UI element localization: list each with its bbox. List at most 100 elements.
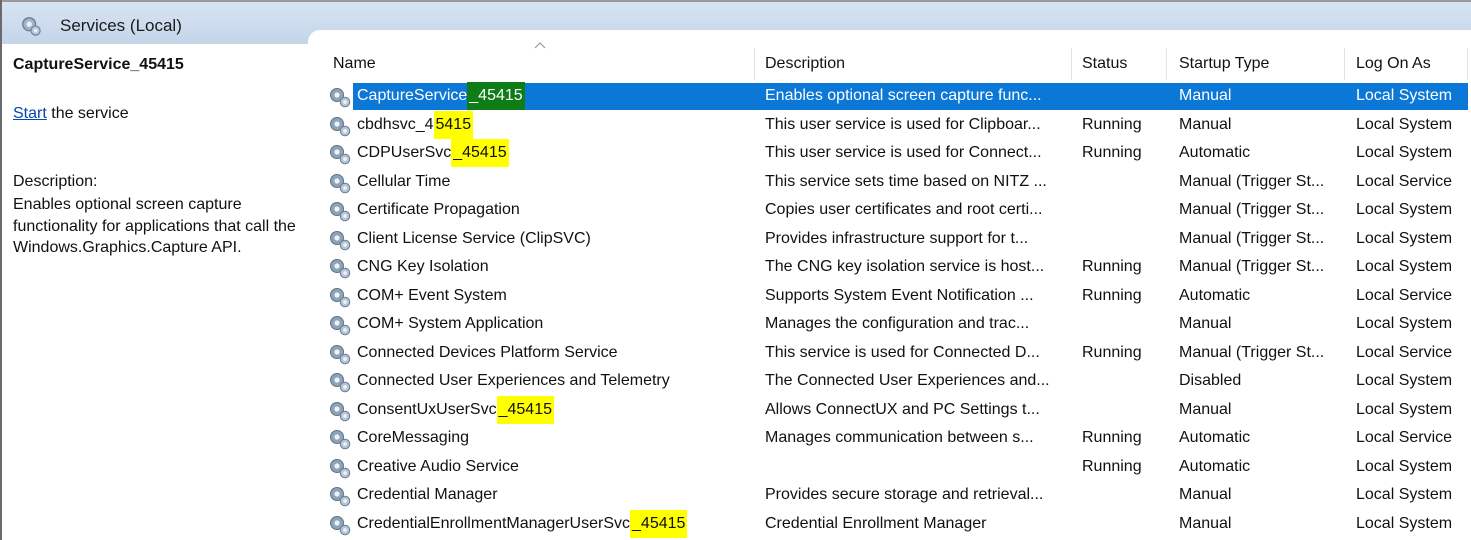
service-row[interactable]: COM+ System Application Manages the confi… bbox=[310, 310, 1471, 338]
service-description-cell[interactable]: Credential Enrollment Manager bbox=[765, 510, 1065, 538]
service-status-cell[interactable]: Running bbox=[1082, 253, 1162, 281]
service-description-cell[interactable]: Enables optional screen capture func... bbox=[765, 82, 1065, 110]
column-divider[interactable] bbox=[754, 48, 755, 80]
service-name-cell[interactable]: Connected User Experiences and Telemetry bbox=[357, 367, 752, 395]
service-row[interactable]: Creative Audio Service Running Automatic Lo… bbox=[310, 453, 1471, 481]
service-status-cell[interactable] bbox=[1082, 225, 1162, 253]
column-header-log-on-as[interactable]: Log On As bbox=[1356, 48, 1466, 80]
service-description-cell[interactable]: Supports System Event Notification ... bbox=[765, 282, 1065, 310]
service-row[interactable]: COM+ Event System Supports System Event N… bbox=[310, 282, 1471, 310]
column-divider[interactable] bbox=[1166, 48, 1167, 80]
service-status-cell[interactable]: Running bbox=[1082, 111, 1162, 139]
service-log-on-as-cell[interactable]: Local System bbox=[1356, 139, 1466, 167]
service-row[interactable]: ConsentUxUserSvc _45415 Allows ConnectUX a… bbox=[310, 395, 1471, 424]
service-row[interactable]: Cellular Time This service sets time base… bbox=[310, 168, 1471, 196]
service-log-on-as-cell[interactable]: Local Service bbox=[1356, 339, 1466, 367]
service-name-cell[interactable]: CDPUserSvc _45415 bbox=[357, 139, 752, 167]
service-startup-type-cell[interactable]: Manual (Trigger St... bbox=[1179, 196, 1344, 224]
column-divider[interactable] bbox=[1071, 48, 1072, 80]
service-log-on-as-cell[interactable]: Local System bbox=[1356, 253, 1466, 281]
service-startup-type-cell[interactable]: Automatic bbox=[1179, 139, 1344, 167]
service-log-on-as-cell[interactable]: Local System bbox=[1356, 310, 1466, 338]
service-log-on-as-cell[interactable]: Local System bbox=[1356, 367, 1466, 395]
service-startup-type-cell[interactable]: Manual (Trigger St... bbox=[1179, 225, 1344, 253]
service-description-cell[interactable] bbox=[765, 453, 1065, 481]
column-header-startup-type[interactable]: Startup Type bbox=[1179, 48, 1339, 80]
service-startup-type-cell[interactable]: Manual bbox=[1179, 510, 1344, 538]
service-status-cell[interactable]: Running bbox=[1082, 282, 1162, 310]
service-name-cell[interactable]: Credential Manager bbox=[357, 481, 752, 509]
service-log-on-as-cell[interactable]: Local System bbox=[1356, 225, 1466, 253]
service-description-cell[interactable]: The CNG key isolation service is host... bbox=[765, 253, 1065, 281]
service-log-on-as-cell[interactable]: Local System bbox=[1356, 453, 1466, 481]
column-divider[interactable] bbox=[1344, 48, 1345, 80]
service-status-cell[interactable]: Running bbox=[1082, 339, 1162, 367]
service-log-on-as-cell[interactable]: Local Service bbox=[1356, 282, 1466, 310]
service-status-cell[interactable]: Running bbox=[1082, 453, 1162, 481]
service-startup-type-cell[interactable]: Manual bbox=[1179, 82, 1344, 110]
start-service-link[interactable]: Start bbox=[13, 105, 47, 122]
service-status-cell[interactable] bbox=[1082, 310, 1162, 338]
service-status-cell[interactable] bbox=[1082, 396, 1162, 424]
service-startup-type-cell[interactable]: Disabled bbox=[1179, 367, 1344, 395]
service-row[interactable]: CredentialEnrollmentManagerUserSvc _45415… bbox=[310, 509, 1471, 538]
service-startup-type-cell[interactable]: Manual (Trigger St... bbox=[1179, 168, 1344, 196]
service-description-cell[interactable]: This service is used for Connected D... bbox=[765, 339, 1065, 367]
service-description-cell[interactable]: This user service is used for Clipboar..… bbox=[765, 111, 1065, 139]
service-status-cell[interactable]: Running bbox=[1082, 139, 1162, 167]
service-log-on-as-cell[interactable]: Local System bbox=[1356, 82, 1466, 110]
service-name-cell[interactable]: CNG Key Isolation bbox=[357, 253, 752, 281]
service-row[interactable]: CaptureService _45415 Enables optional scr… bbox=[310, 82, 1471, 110]
service-status-cell[interactable] bbox=[1082, 82, 1162, 110]
service-description-cell[interactable]: Allows ConnectUX and PC Settings t... bbox=[765, 396, 1065, 424]
service-row[interactable]: CoreMessaging Manages communication betwe… bbox=[310, 424, 1471, 452]
service-name-cell[interactable]: Connected Devices Platform Service bbox=[357, 339, 752, 367]
service-startup-type-cell[interactable]: Manual (Trigger St... bbox=[1179, 339, 1344, 367]
service-status-cell[interactable] bbox=[1082, 168, 1162, 196]
service-startup-type-cell[interactable]: Manual bbox=[1179, 481, 1344, 509]
service-row[interactable]: Certificate Propagation Copies user certi… bbox=[310, 196, 1471, 224]
service-startup-type-cell[interactable]: Manual bbox=[1179, 310, 1344, 338]
service-name-cell[interactable]: CoreMessaging bbox=[357, 424, 752, 452]
service-row[interactable]: Client License Service (ClipSVC) Provides… bbox=[310, 225, 1471, 253]
service-log-on-as-cell[interactable]: Local Service bbox=[1356, 424, 1466, 452]
service-log-on-as-cell[interactable]: Local System bbox=[1356, 510, 1466, 538]
service-name-cell[interactable]: COM+ Event System bbox=[357, 282, 752, 310]
column-header-name[interactable]: Name bbox=[333, 48, 753, 80]
service-name-cell[interactable]: Client License Service (ClipSVC) bbox=[357, 225, 752, 253]
service-startup-type-cell[interactable]: Manual (Trigger St... bbox=[1179, 253, 1344, 281]
column-header-description[interactable]: Description bbox=[765, 48, 1065, 80]
service-log-on-as-cell[interactable]: Local System bbox=[1356, 111, 1466, 139]
service-name-cell[interactable]: CaptureService _45415 bbox=[357, 82, 752, 110]
service-log-on-as-cell[interactable]: Local Service bbox=[1356, 168, 1466, 196]
service-row[interactable]: Connected User Experiences and Telemetry… bbox=[310, 367, 1471, 395]
service-description-cell[interactable]: This user service is used for Connect... bbox=[765, 139, 1065, 167]
service-row[interactable]: Credential Manager Provides secure storag… bbox=[310, 481, 1471, 509]
service-row[interactable]: CDPUserSvc _45415 This user service is use… bbox=[310, 139, 1471, 167]
service-status-cell[interactable] bbox=[1082, 367, 1162, 395]
service-name-cell[interactable]: Certificate Propagation bbox=[357, 196, 752, 224]
service-status-cell[interactable] bbox=[1082, 196, 1162, 224]
column-header-status[interactable]: Status bbox=[1082, 48, 1162, 80]
service-name-cell[interactable]: COM+ System Application bbox=[357, 310, 752, 338]
service-description-cell[interactable]: This service sets time based on NITZ ... bbox=[765, 168, 1065, 196]
service-description-cell[interactable]: Copies user certificates and root certi.… bbox=[765, 196, 1065, 224]
service-status-cell[interactable] bbox=[1082, 481, 1162, 509]
service-description-cell[interactable]: Provides secure storage and retrieval... bbox=[765, 481, 1065, 509]
service-description-cell[interactable]: Manages communication between s... bbox=[765, 424, 1065, 452]
service-status-cell[interactable] bbox=[1082, 510, 1162, 538]
service-startup-type-cell[interactable]: Automatic bbox=[1179, 424, 1344, 452]
service-startup-type-cell[interactable]: Manual bbox=[1179, 396, 1344, 424]
service-name-cell[interactable]: Cellular Time bbox=[357, 168, 752, 196]
service-name-cell[interactable]: cbdhsvc_4 5415 bbox=[357, 110, 752, 139]
service-startup-type-cell[interactable]: Automatic bbox=[1179, 282, 1344, 310]
service-startup-type-cell[interactable]: Automatic bbox=[1179, 453, 1344, 481]
service-name-cell[interactable]: Creative Audio Service bbox=[357, 453, 752, 481]
service-name-cell[interactable]: CredentialEnrollmentManagerUserSvc _45415 bbox=[357, 509, 752, 538]
service-log-on-as-cell[interactable]: Local System bbox=[1356, 396, 1466, 424]
service-row[interactable]: Connected Devices Platform Service This s… bbox=[310, 339, 1471, 367]
service-description-cell[interactable]: Provides infrastructure support for t... bbox=[765, 225, 1065, 253]
service-status-cell[interactable]: Running bbox=[1082, 424, 1162, 452]
service-description-cell[interactable]: Manages the configuration and trac... bbox=[765, 310, 1065, 338]
service-row[interactable]: CNG Key Isolation The CNG key isolation s… bbox=[310, 253, 1471, 281]
